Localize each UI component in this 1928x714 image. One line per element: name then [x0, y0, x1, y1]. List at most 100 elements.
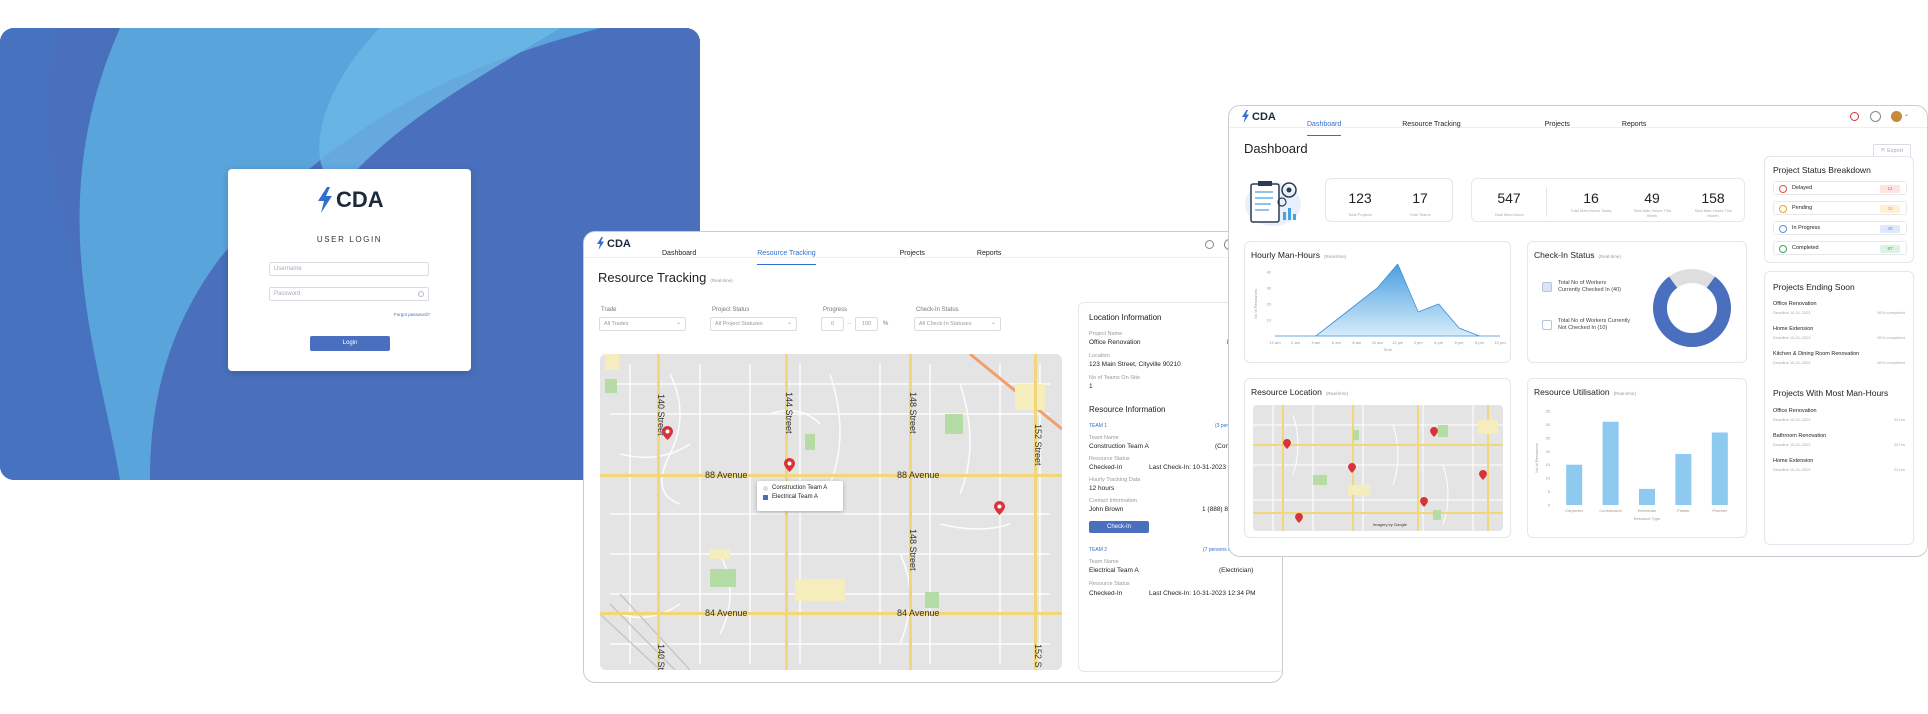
- eye-icon[interactable]: [418, 291, 424, 297]
- password-input[interactable]: Password: [269, 287, 429, 301]
- settings-gear-icon[interactable]: [1870, 111, 1881, 122]
- street-label: 144 Street: [784, 392, 794, 434]
- resource-map[interactable]: 88 Avenue 88 Avenue 84 Avenue 84 Avenue …: [600, 354, 1062, 670]
- y-tick-label: 10: [1546, 476, 1551, 481]
- project-deadline: Deadline 10-31-2023: [1773, 442, 1811, 447]
- popup-row[interactable]: Electrical Team A: [763, 494, 837, 500]
- resource-location-map[interactable]: Imagery by Google: [1253, 405, 1503, 531]
- map-pin-icon[interactable]: [994, 501, 1005, 515]
- donut-slice: [1669, 269, 1715, 289]
- psb-item-pending[interactable]: Pending 33: [1773, 201, 1907, 215]
- password-placeholder: Password: [274, 291, 301, 297]
- map-pin-icon[interactable]: [1420, 497, 1428, 507]
- team1-last-checkin: Last Check-In: 10-31-2023: [1149, 464, 1226, 471]
- login-logo-text: CDA: [336, 187, 384, 212]
- team2-last-checkin: Last Check-In: 10-31-2023 12:34 PM: [1149, 590, 1256, 597]
- street-label: 84 Avenue: [897, 608, 940, 618]
- notification-bell-icon[interactable]: [1205, 240, 1214, 249]
- rt-nav-projects[interactable]: Projects: [900, 250, 925, 257]
- hourly-man-hours-card: Hourly Man-Hours (Real-time) 10 20 30 40 12 a…: [1244, 241, 1511, 363]
- team2-label: TEAM 2: [1089, 547, 1108, 553]
- street-label: 148 Street: [908, 392, 918, 434]
- rt-logo[interactable]: CDA: [596, 237, 631, 250]
- progress-min-input[interactable]: 0: [821, 317, 844, 331]
- status-icon: [1779, 225, 1787, 233]
- project-name[interactable]: Home Extension: [1773, 326, 1813, 332]
- progress-max-input[interactable]: 100: [855, 317, 878, 331]
- resource-status-label: Resource Status: [1089, 581, 1130, 587]
- db-logo[interactable]: CDA: [1241, 110, 1276, 123]
- checkin-filter-select[interactable]: All Check-In Statuses ⌄: [914, 317, 1001, 331]
- chevron-down-icon: ⌄: [675, 320, 681, 326]
- forgot-password-link[interactable]: Forgot password?: [394, 312, 430, 317]
- checked-in-label: Total No of Workers Currently Checked In…: [1558, 280, 1621, 293]
- mini-map-grid: [1253, 405, 1503, 531]
- project-deadline: Deadline 10-31-2023: [1773, 335, 1811, 340]
- y-tick-label: 35: [1546, 409, 1551, 414]
- project-name[interactable]: Home Extension: [1773, 458, 1813, 464]
- map-pin-icon[interactable]: [1430, 427, 1438, 437]
- total-teams-label: Total Teams: [1409, 212, 1431, 217]
- db-nav-projects[interactable]: Projects: [1545, 121, 1570, 128]
- project-name[interactable]: Office Renovation: [1773, 301, 1817, 307]
- map-pin-icon[interactable]: [1295, 513, 1303, 523]
- db-nav-reports[interactable]: Reports: [1622, 121, 1647, 128]
- map-pin-icon[interactable]: [1283, 439, 1291, 449]
- total-man-hours-value: 547: [1497, 190, 1521, 206]
- project-name[interactable]: Kitchen & Dining Room Renovation: [1773, 351, 1859, 357]
- street-label: 140 St: [656, 644, 666, 670]
- login-button[interactable]: Login: [310, 336, 390, 351]
- trade-filter-select[interactable]: All Trades ⌄: [599, 317, 686, 331]
- psb-item-completed[interactable]: Completed 87: [1773, 241, 1907, 255]
- road-84-avenue: [600, 612, 1062, 615]
- bar: [1602, 421, 1619, 505]
- map-pin-icon[interactable]: [1348, 463, 1356, 473]
- notification-bell-icon[interactable]: [1850, 112, 1859, 121]
- rt-nav-resource-tracking[interactable]: Resource Tracking: [757, 250, 816, 265]
- map-pin-icon[interactable]: [1479, 470, 1487, 480]
- x-tick-label: 4 pm: [1434, 340, 1444, 345]
- street-label: 88 Avenue: [705, 470, 748, 480]
- total-projects-value: 123: [1348, 190, 1372, 206]
- rt-nav-reports[interactable]: Reports: [977, 250, 1002, 257]
- project-name[interactable]: Office Renovation: [1773, 408, 1817, 414]
- map-pin-icon[interactable]: [784, 458, 795, 472]
- username-input[interactable]: Username: [269, 262, 429, 276]
- team2-trade: (Electrician): [1219, 567, 1254, 574]
- x-tick-label: 8 am: [1352, 340, 1362, 345]
- y-tick-label: 5: [1548, 489, 1551, 494]
- y-tick-label: 20: [1546, 449, 1551, 454]
- y-axis-label: No of Resources: [1253, 289, 1258, 319]
- user-avatar[interactable]: [1891, 111, 1902, 122]
- project-name[interactable]: Bathroom Renovation: [1773, 433, 1826, 439]
- chevron-down-icon[interactable]: ⌄: [1904, 111, 1909, 118]
- bar: [1639, 488, 1655, 505]
- project-status-filter-label: Project Status: [712, 307, 750, 313]
- check-in-button[interactable]: Check-In: [1089, 521, 1149, 533]
- psb-item-delayed[interactable]: Delayed 11: [1773, 181, 1907, 195]
- project-deadline: Deadline 10-31-2023: [1773, 310, 1811, 315]
- popup-team-label: Electrical Team A: [772, 494, 818, 500]
- rt-title-text: Resource Tracking: [598, 270, 707, 285]
- db-nav-resource-tracking[interactable]: Resource Tracking: [1402, 121, 1460, 128]
- team1-status: Checked-In: [1089, 464, 1123, 471]
- map-pin-icon[interactable]: [662, 426, 673, 440]
- man-hours-card: 547 Total Man-Hours 16 Total Man-Hours T…: [1471, 178, 1745, 222]
- x-tick-label: Electrician: [1638, 508, 1656, 513]
- export-label: Export: [1887, 148, 1904, 154]
- x-tick-label: Carpenter: [1565, 508, 1583, 513]
- project-status-filter-select[interactable]: All Project Statuses ⌄: [710, 317, 797, 331]
- resource-info-heading: Resource Information: [1089, 405, 1166, 414]
- hours-label: Hourly Tracking Data: [1089, 477, 1141, 483]
- util-title-text: Resource Utilisation: [1534, 387, 1610, 397]
- db-nav-dashboard[interactable]: Dashboard: [1307, 121, 1342, 136]
- road-152-street: [1034, 354, 1037, 670]
- project-name-value: Office Renovation: [1089, 339, 1141, 346]
- popup-row[interactable]: Construction Team A: [763, 485, 837, 491]
- checkin-title: Check-In Status (Real-time): [1534, 250, 1621, 260]
- psb-item-in-progress[interactable]: In Progress 40: [1773, 221, 1907, 235]
- y-tick-label: 10: [1267, 318, 1272, 323]
- resource-status-label: Resource Status: [1089, 456, 1130, 462]
- rt-nav-dashboard[interactable]: Dashboard: [662, 250, 696, 257]
- man-hours-today-label: Total Man-Hours Today: [1570, 208, 1612, 213]
